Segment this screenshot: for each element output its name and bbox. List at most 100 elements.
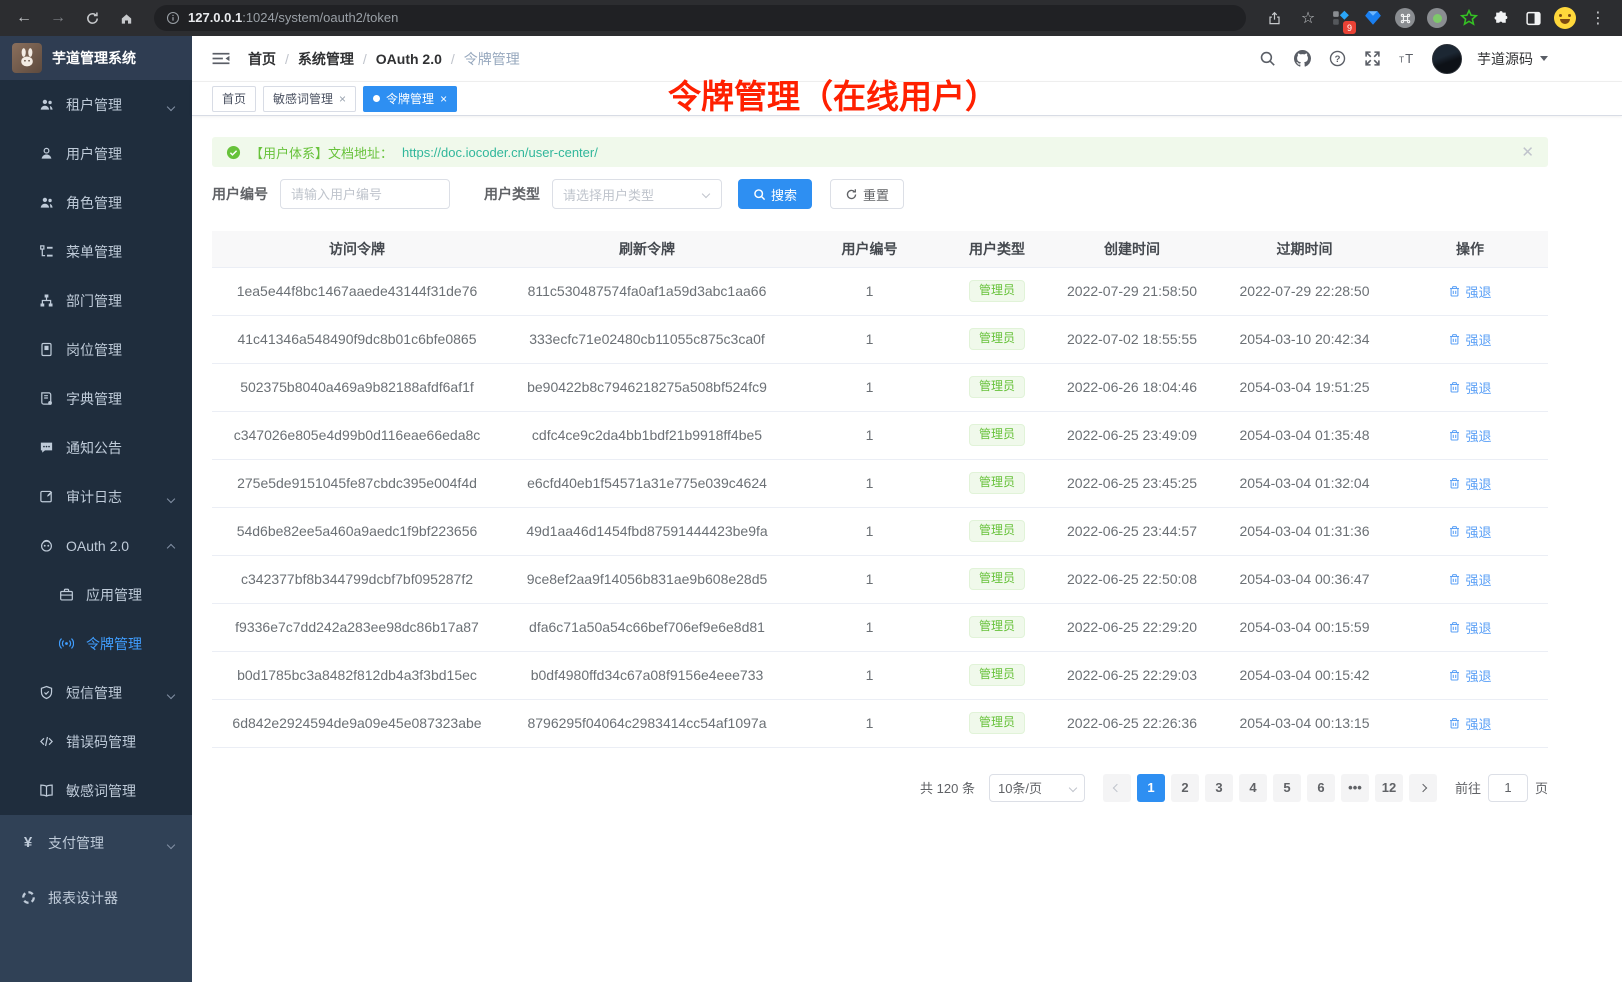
sidebar-item-1[interactable]: 用户管理 — [0, 129, 192, 178]
sidebar-item-14[interactable]: 敏感词管理 — [0, 766, 192, 815]
tab-close-icon[interactable]: × — [339, 92, 346, 106]
help-icon[interactable]: ? — [1327, 49, 1347, 69]
breadcrumb-oauth[interactable]: OAuth 2.0 — [376, 51, 442, 67]
force-logout-link[interactable]: 强退 — [1448, 522, 1491, 541]
profile-avatar-icon[interactable] — [1552, 5, 1578, 31]
star-extension-icon[interactable] — [1456, 5, 1482, 31]
user-icon — [38, 146, 54, 162]
breadcrumb-home[interactable]: 首页 — [248, 49, 276, 69]
cell-access-token: 502375b8040a469a9b82188afdf6af1f — [212, 363, 502, 411]
cell-user-type: 管理员 — [947, 507, 1047, 555]
sidebar-item-10[interactable]: 应用管理 — [0, 570, 192, 619]
doc-link[interactable]: https://doc.iocoder.cn/user-center/ — [402, 145, 598, 160]
breadcrumb-system[interactable]: 系统管理 — [298, 49, 354, 69]
sidebar-item-6[interactable]: 字典管理 — [0, 374, 192, 423]
github-icon[interactable] — [1292, 49, 1312, 69]
cell-user-type: 管理员 — [947, 459, 1047, 507]
table-row: c342377bf8b344799dcbf7bf095287f29ce8ef2a… — [212, 555, 1548, 603]
logo-bar[interactable]: 芋道管理系统 — [0, 36, 192, 80]
browser-menu-icon[interactable]: ⋮ — [1584, 4, 1612, 32]
browser-forward-icon[interactable]: → — [44, 4, 72, 32]
cell-action: 强退 — [1392, 459, 1548, 507]
page-button-4[interactable]: 4 — [1239, 774, 1267, 802]
sidebar-item-5[interactable]: 岗位管理 — [0, 325, 192, 374]
sidebar-item-3[interactable]: 菜单管理 — [0, 227, 192, 276]
command-extension-icon[interactable] — [1392, 5, 1418, 31]
user-avatar[interactable] — [1432, 44, 1462, 74]
force-logout-link[interactable]: 强退 — [1448, 378, 1491, 397]
force-logout-link[interactable]: 强退 — [1448, 570, 1491, 589]
address-bar[interactable]: 127.0.0.1:1024/system/oauth2/token — [154, 5, 1246, 31]
reset-button[interactable]: 重置 — [830, 179, 904, 209]
user-type-badge: 管理员 — [969, 472, 1025, 493]
force-logout-link[interactable]: 强退 — [1448, 474, 1491, 493]
sidebar-item-16[interactable]: 报表设计器 — [0, 870, 192, 925]
sidebar-item-2[interactable]: 角色管理 — [0, 178, 192, 227]
cell-access-token: b0d1785bc3a8482f812db4a3f3bd15ec — [212, 651, 502, 699]
sidebar-item-0[interactable]: 租户管理 — [0, 80, 192, 129]
share-icon[interactable] — [1260, 4, 1288, 32]
prev-page-button[interactable] — [1103, 774, 1131, 802]
tab-2[interactable]: 令牌管理× — [363, 86, 457, 112]
search-icon[interactable] — [1257, 49, 1277, 69]
browser-back-icon[interactable]: ← — [10, 4, 38, 32]
goto-page-input[interactable] — [1488, 774, 1528, 802]
gem-extension-icon[interactable] — [1360, 5, 1386, 31]
page-button-2[interactable]: 2 — [1171, 774, 1199, 802]
force-logout-link[interactable]: 强退 — [1448, 282, 1491, 301]
chevron-up-icon — [168, 538, 174, 554]
cell-user-id: 1 — [792, 651, 947, 699]
sidebar-item-9[interactable]: OAuth 2.0 — [0, 521, 192, 570]
sidebar-item-12[interactable]: 短信管理 — [0, 668, 192, 717]
fullscreen-icon[interactable] — [1362, 49, 1382, 69]
tab-0[interactable]: 首页 — [212, 86, 256, 112]
force-logout-link[interactable]: 强退 — [1448, 666, 1491, 685]
tab-close-icon[interactable]: × — [440, 92, 447, 106]
sidebar-item-13[interactable]: 错误码管理 — [0, 717, 192, 766]
sidebar-item-11[interactable]: 令牌管理 — [0, 619, 192, 668]
table-row: b0d1785bc3a8482f812db4a3f3bd15ecb0df4980… — [212, 651, 1548, 699]
user-id-input[interactable] — [280, 179, 450, 209]
user-menu[interactable]: 芋道源码 — [1477, 49, 1548, 69]
app-title: 芋道管理系统 — [52, 48, 136, 68]
announcement-icon — [38, 440, 54, 456]
extension-badge-icon[interactable]: 9 — [1328, 5, 1354, 31]
cell-user-id: 1 — [792, 363, 947, 411]
search-button[interactable]: 搜索 — [738, 179, 812, 209]
page-button-1[interactable]: 1 — [1137, 774, 1165, 802]
sidebar-item-label: 岗位管理 — [66, 340, 192, 360]
next-page-button[interactable] — [1409, 774, 1437, 802]
browser-reload-icon[interactable] — [78, 4, 106, 32]
cell-user-type: 管理员 — [947, 411, 1047, 459]
force-logout-link[interactable]: 强退 — [1448, 714, 1491, 733]
puzzle-extensions-icon[interactable] — [1488, 5, 1514, 31]
force-logout-link[interactable]: 强退 — [1448, 330, 1491, 349]
sidebar-item-7[interactable]: 通知公告 — [0, 423, 192, 472]
sidebar-item-15[interactable]: ¥支付管理 — [0, 815, 192, 870]
font-size-icon[interactable]: TT — [1397, 49, 1417, 69]
force-logout-link[interactable]: 强退 — [1448, 426, 1491, 445]
page-button-3[interactable]: 3 — [1205, 774, 1233, 802]
side-panel-icon[interactable] — [1520, 5, 1546, 31]
browser-home-icon[interactable] — [112, 4, 140, 32]
cell-created-time: 2022-06-25 22:29:20 — [1047, 603, 1217, 651]
more-pages-button[interactable]: ••• — [1341, 774, 1369, 802]
user-type-select[interactable]: 请选择用户类型 — [552, 179, 722, 209]
active-tab-dot — [373, 95, 380, 102]
sidebar-collapse-icon[interactable] — [208, 46, 234, 72]
page-button-12[interactable]: 12 — [1375, 774, 1403, 802]
page-button-6[interactable]: 6 — [1307, 774, 1335, 802]
page-button-5[interactable]: 5 — [1273, 774, 1301, 802]
alert-close-icon[interactable]: ✕ — [1521, 143, 1534, 161]
sidebar-item-8[interactable]: 审计日志 — [0, 472, 192, 521]
cell-user-id: 1 — [792, 459, 947, 507]
sidebar-item-label: 通知公告 — [66, 438, 192, 458]
sidebar-item-4[interactable]: 部门管理 — [0, 276, 192, 325]
record-extension-icon[interactable] — [1424, 5, 1450, 31]
bookmark-star-icon[interactable]: ☆ — [1294, 4, 1322, 32]
page-size-select[interactable]: 10条/页 — [989, 774, 1085, 802]
site-info-icon[interactable] — [166, 11, 180, 25]
sidebar-item-label: 短信管理 — [66, 683, 156, 703]
tab-1[interactable]: 敏感词管理× — [263, 86, 356, 112]
force-logout-link[interactable]: 强退 — [1448, 618, 1491, 637]
